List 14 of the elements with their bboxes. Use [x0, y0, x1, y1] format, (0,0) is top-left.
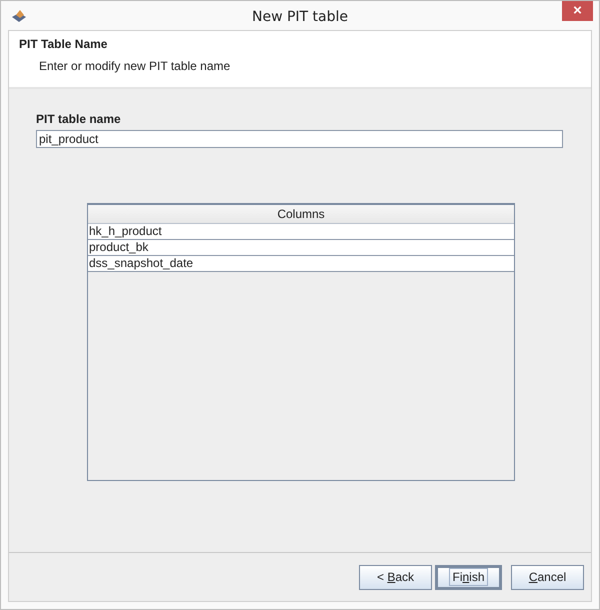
name-field[interactable]: pit_product	[36, 130, 563, 148]
table-cell-text: product_bk	[88, 240, 150, 255]
column-header[interactable]: Columns	[88, 205, 514, 224]
dialog-button[interactable]: Finish	[435, 564, 502, 590]
dialog-button[interactable]: < Back	[359, 564, 432, 590]
field-label: PIT table name	[36, 112, 122, 126]
close-button[interactable]: ×	[562, 1, 593, 21]
table-cell-text: dss_snapshot_date	[88, 256, 194, 271]
app-logo-icon	[11, 8, 27, 22]
page-description: Enter or modify new PIT table name	[39, 59, 232, 73]
dialog-button[interactable]: Cancel	[511, 564, 584, 590]
window-title: New PIT table	[252, 8, 348, 25]
page-title: PIT Table Name	[19, 37, 108, 51]
table-cell-text: hk_h_product	[88, 224, 163, 239]
